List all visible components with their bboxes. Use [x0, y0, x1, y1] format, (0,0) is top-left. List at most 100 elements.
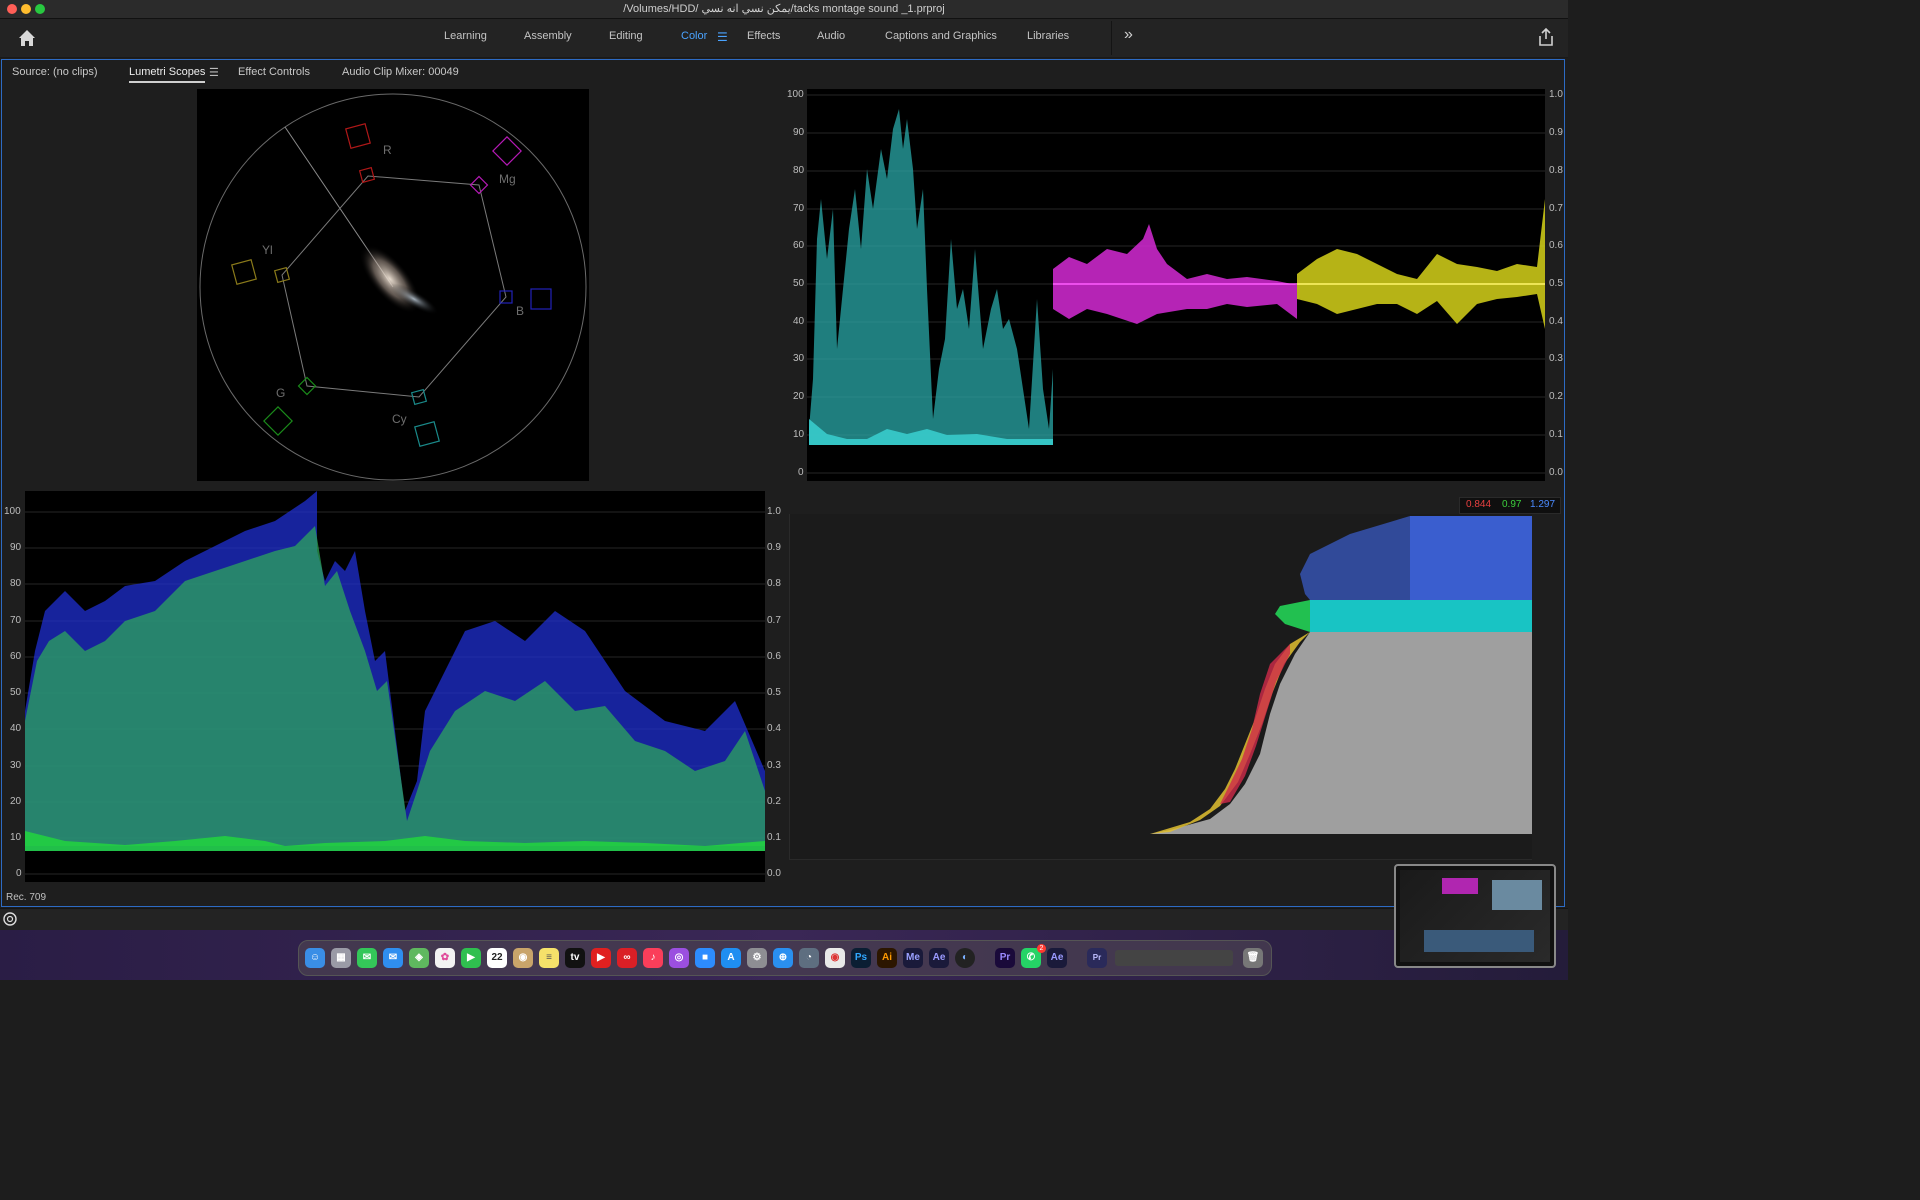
music-icon[interactable]: ♪ [643, 948, 663, 968]
premiere-pro-icon[interactable]: Pr [995, 948, 1015, 968]
workspace-tab-effects[interactable]: Effects [747, 30, 780, 42]
vectorscope-label-cy: Cy [392, 412, 407, 426]
workspace-tab-captions-graphics[interactable]: Captions and Graphics [885, 30, 997, 42]
calendar-icon[interactable]: 22 [487, 948, 507, 968]
parade-tick-right-0-4: 0.4 [1549, 316, 1563, 327]
contacts-icon[interactable]: ◉ [513, 948, 533, 968]
safari-icon[interactable]: ⊕ [773, 948, 793, 968]
vectorscope-label-g: G [276, 386, 285, 400]
facetime-icon[interactable]: ▶ [461, 948, 481, 968]
waveform-tick-right-0-1: 0.1 [767, 832, 781, 843]
panel-menu-icon[interactable]: ☰ [209, 66, 219, 79]
creative-cloud-app-icon[interactable]: ∞ [617, 948, 637, 968]
workspace-tab-editing[interactable]: Editing [609, 30, 643, 42]
parade-tick-left-60: 60 [793, 240, 805, 251]
podcasts-icon[interactable]: ◎ [669, 948, 689, 968]
thumbnail-video [1492, 880, 1542, 910]
parade-tick-left-80: 80 [793, 165, 805, 176]
share-icon[interactable] [1537, 27, 1555, 47]
tab-effect-controls[interactable]: Effect Controls [238, 66, 310, 78]
illustrator-icon[interactable]: Ai [877, 948, 897, 968]
apple-tv-icon[interactable]: tv [565, 948, 585, 968]
waveform-tick-left-70: 70 [10, 615, 22, 626]
premiere-project-icon[interactable]: Pr [1087, 948, 1107, 968]
youtube-icon[interactable]: ▶ [591, 948, 611, 968]
waveform-tick-right-0-2: 0.2 [767, 796, 781, 807]
workspace-header: Learning Assembly Editing Color ☰ Effect… [0, 19, 1568, 58]
parade-tick-right-0-5: 0.5 [1549, 278, 1563, 289]
parade-tick-left-0: 0 [798, 467, 804, 478]
waveform-tick-right-0-9: 0.9 [767, 542, 781, 553]
vectorscope-graphic: R Mg B Cy G Yl [199, 93, 587, 481]
hamburger-icon[interactable]: ☰ [717, 30, 728, 44]
parade-tick-left-20: 20 [793, 391, 805, 402]
home-icon[interactable] [16, 27, 38, 49]
parade-cr-trace [1297, 199, 1545, 329]
waveform-tick-right-0-4: 0.4 [767, 723, 781, 734]
chrome-icon[interactable]: ◉ [825, 948, 845, 968]
photos-icon[interactable]: ✿ [435, 948, 455, 968]
app-store-icon[interactable]: A [721, 948, 741, 968]
waveform-tick-left-40: 40 [10, 723, 22, 734]
parade-tick-left-70: 70 [793, 203, 805, 214]
trash-icon[interactable]: 🗑 [1243, 948, 1263, 968]
messages-icon[interactable]: ✉ [357, 948, 377, 968]
workspace-tab-libraries[interactable]: Libraries [1027, 30, 1069, 42]
waveform-graphic [25, 491, 765, 875]
histogram-cyan [1310, 600, 1532, 632]
workspace-tab-learning[interactable]: Learning [444, 30, 487, 42]
parade-tick-right-0-2: 0.2 [1549, 391, 1563, 402]
readout-blue: 1.297 [1530, 499, 1556, 510]
waveform-tick-left-60: 60 [10, 651, 22, 662]
find-icon[interactable]: ◔ [799, 948, 819, 968]
waveform-tick-right-0-6: 0.6 [767, 651, 781, 662]
thumbnail-content [1400, 870, 1550, 962]
cinema4d-icon[interactable]: ◐ [955, 948, 975, 968]
dock-minimized-windows[interactable] [1115, 950, 1233, 966]
parade-tick-left-40: 40 [793, 316, 805, 327]
color-space-label: Rec. 709 [6, 892, 47, 903]
workspace-tab-color[interactable]: Color [681, 30, 707, 42]
media-encoder-icon[interactable]: Me [903, 948, 923, 968]
parade-tick-right-0-7: 0.7 [1549, 203, 1563, 214]
parade-tick-right-0-8: 0.8 [1549, 165, 1563, 176]
waveform-tick-right-0-8: 0.8 [767, 578, 781, 589]
screenshot-thumbnail-preview[interactable] [1394, 864, 1556, 968]
tab-source[interactable]: Source: (no clips) [12, 66, 98, 78]
parade-cb-trace [1053, 224, 1297, 324]
waveform-tick-right-0-5: 0.5 [767, 687, 781, 698]
finder-icon[interactable]: ☺ [305, 948, 325, 968]
waveform-green-trace [25, 526, 765, 846]
after-effects-icon-2[interactable]: Ae [1047, 948, 1067, 968]
vectorscope-label-mg: Mg [499, 172, 516, 186]
parade-tick-right-1-0: 1.0 [1549, 89, 1563, 100]
histogram-readout: 0.844 0.97 1.297 [1459, 497, 1561, 514]
waveform-tick-right-0-0: 0.0 [767, 868, 781, 879]
notes-icon[interactable]: ≡ [539, 948, 559, 968]
photoshop-icon[interactable]: Ps [851, 948, 871, 968]
maps-icon[interactable]: ◈ [409, 948, 429, 968]
creative-cloud-icon[interactable] [3, 912, 17, 926]
waveform-tick-left-50: 50 [10, 687, 22, 698]
thumbnail-timeline [1424, 930, 1534, 952]
tab-lumetri-scopes[interactable]: Lumetri Scopes [129, 66, 206, 83]
waveform-tick-left-20: 20 [10, 796, 22, 807]
vectorscope-label-yl: Yl [262, 243, 273, 257]
parade-tick-left-100: 100 [787, 89, 804, 100]
workspace-tab-audio[interactable]: Audio [817, 30, 845, 42]
parade-luma-trace [809, 109, 1053, 445]
waveform-tick-left-0: 0 [16, 868, 22, 879]
workspace-tab-assembly[interactable]: Assembly [524, 30, 572, 42]
parade-tick-left-50: 50 [793, 278, 805, 289]
vectorscope-label-r: R [383, 143, 392, 157]
tab-audio-clip-mixer[interactable]: Audio Clip Mixer: 00049 [342, 66, 459, 78]
after-effects-icon[interactable]: Ae [929, 948, 949, 968]
launchpad-icon[interactable]: ▦ [331, 948, 351, 968]
system-settings-icon[interactable]: ⚙ [747, 948, 767, 968]
readout-green: 0.97 [1502, 499, 1522, 510]
whatsapp-badge: 2 [1037, 944, 1046, 953]
mail-icon[interactable]: ✉ [383, 948, 403, 968]
double-chevron-right-icon[interactable]: » [1124, 26, 1133, 44]
zoom-icon[interactable]: ■ [695, 948, 715, 968]
parade-tick-right-0-3: 0.3 [1549, 353, 1563, 364]
